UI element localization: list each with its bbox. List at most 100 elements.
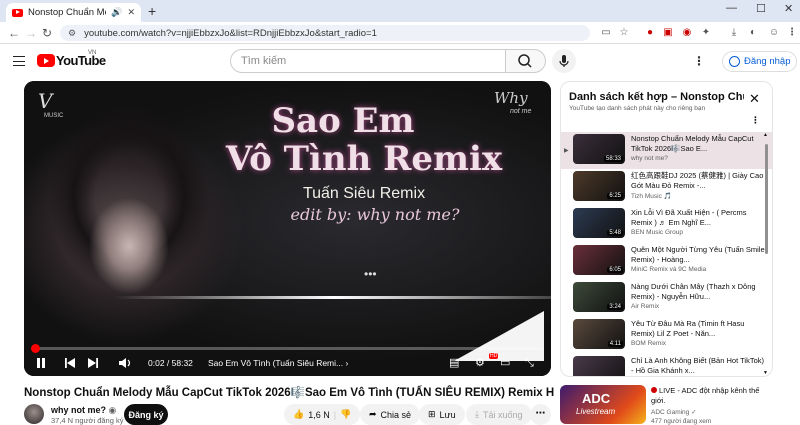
pause-icon[interactable] [36, 357, 46, 369]
subscribe-button[interactable]: Đăng ký [124, 404, 168, 425]
extension-icon-2[interactable]: ▣ [662, 27, 674, 39]
settings-gear-icon[interactable]: ⚙ [475, 356, 485, 370]
browser-menu-icon[interactable]: ⋮ [786, 27, 798, 39]
close-window-icon[interactable]: ✕ [784, 2, 793, 15]
live-dot-icon [651, 387, 657, 393]
voice-search-button[interactable] [552, 49, 576, 73]
country-code: VN [88, 50, 97, 56]
progress-bar[interactable] [31, 344, 543, 353]
close-playlist-icon[interactable]: ✕ [749, 92, 760, 105]
thumbs-down-icon[interactable]: 👎 [340, 409, 351, 420]
player-controls: 0:02 / 58:32 Sao Em Vô Tình (Tuấn Siêu R… [24, 352, 551, 376]
profile-avatar-icon[interactable]: ☺ [768, 27, 780, 39]
youtube-header: YouTube VN Tìm kiếm ⋮ Đăng nhập [0, 44, 800, 78]
browser-tab[interactable]: Nonstop Chuẩn Melody Mẫu 🔊 ✕ [6, 3, 141, 22]
now-playing-icon: ▶ [564, 148, 569, 154]
fullscreen-icon[interactable]: ⤡ [525, 356, 534, 370]
channel-avatar[interactable] [24, 404, 44, 424]
playlist-item-thumbnail[interactable]: 58:33 [573, 134, 625, 164]
verified-icon: ◉ [108, 405, 117, 415]
close-tab-icon[interactable]: ✕ [127, 7, 135, 18]
playlist-item-duration: 6:05 [607, 267, 623, 273]
search-button[interactable] [506, 49, 546, 73]
playlist-item-thumbnail[interactable] [573, 356, 625, 376]
download-icon[interactable]: ⤓ [728, 27, 740, 39]
minimize-icon[interactable]: — [726, 2, 737, 14]
playlist-item[interactable]: 4:11 Yêu Từ Đâu Mà Ra (Timin ft Hasu Remi… [561, 317, 772, 354]
playlist-menu-icon[interactable]: ⋮ [751, 116, 760, 125]
video-player[interactable]: V MUSIC Why not me Sao Em Vô Tình Remix … [24, 81, 551, 376]
scroll-down-icon[interactable]: ▼ [763, 370, 768, 376]
save-icon: ⊞ [428, 409, 436, 419]
playlist-item-channel: Air Remix [631, 303, 660, 310]
previous-icon[interactable] [64, 357, 75, 369]
address-bar-row: ← → ↻ ⚙ youtube.com/watch?v=njjiEbbzxJo&… [0, 22, 800, 44]
theater-mode-icon[interactable]: ▭ [500, 356, 510, 370]
youtube-wordmark[interactable]: YouTube [56, 53, 106, 68]
next-icon[interactable] [88, 357, 99, 369]
playlist-item-thumbnail[interactable]: 4:11 [573, 319, 625, 349]
playlist-item[interactable]: 6:25 红色高跟鞋DJ 2025 (蔡健雅) | Giày Cao Gót Mà… [561, 169, 772, 206]
live-video-title[interactable]: LIVE - ADC đột nhập kênh thế giới. [651, 386, 776, 406]
playlist-item[interactable]: 3:24 Nàng Dưới Chân Mây (Thazh x Dông Rem… [561, 280, 772, 317]
playlist-item[interactable]: Chỉ Là Anh Không Biết (Bản Hot TikTok) -… [561, 354, 772, 376]
thumbnail-text-2: Livestream [576, 407, 616, 416]
settings-kebab-icon[interactable]: ⋮ [693, 55, 705, 67]
download-button[interactable]: ⤓ Tải xuống [466, 404, 532, 425]
playlist-item-thumbnail[interactable]: 6:05 [573, 245, 625, 275]
video-art-subtitle: Tuấn Siêu Remix [302, 185, 426, 202]
share-button[interactable]: ➦ Chia sẻ [360, 404, 421, 425]
playlist-item-thumbnail[interactable]: 3:24 [573, 282, 625, 312]
extension-icon-3[interactable]: ◉ [681, 27, 693, 39]
scroll-up-icon[interactable]: ▲ [763, 132, 768, 138]
playlist-item[interactable]: ▶ 58:33 Nonstop Chuẩn Melody Mẫu CapCut Ti… [561, 132, 772, 169]
reload-icon[interactable]: ↻ [42, 26, 52, 40]
playlist-item-duration: 4:11 [607, 341, 623, 347]
playlist-item-title: Chỉ Là Anh Không Biết (Bản Hot TikTok) -… [631, 356, 764, 375]
subtitles-icon[interactable]: ▤ [449, 356, 459, 370]
playlist-title[interactable]: Danh sách kết hợp – Nonstop Chuẩn... [569, 91, 744, 103]
extension-icon-1[interactable]: ● [644, 27, 656, 39]
save-button[interactable]: ⊞ Lưu [419, 404, 465, 425]
playlist-item[interactable]: 5:48 Xin Lỗi Vì Đã Xuất Hiện - ( Percms R… [561, 206, 772, 243]
playlist-item-thumbnail[interactable]: 5:48 [573, 208, 625, 238]
chapter-title[interactable]: Sao Em Vô Tình (Tuấn Siêu Remi... › [208, 358, 348, 368]
bookmark-star-icon[interactable]: ☆ [618, 27, 630, 39]
playlist-item-channel: Tizh Music 🎵 [631, 193, 672, 200]
back-icon[interactable]: ← [8, 26, 20, 40]
volume-icon[interactable] [118, 357, 132, 369]
site-info-icon[interactable]: ⚙ [68, 28, 76, 39]
thumbnail-text: ADC [582, 391, 611, 406]
channel-name[interactable]: why not me? ◉ [51, 405, 116, 416]
maximize-icon[interactable]: ☐ [756, 2, 766, 15]
playlist-item[interactable]: 6:05 Quên Một Người Từng Yêu (Tuấn Smile … [561, 243, 772, 280]
playlist-item-duration: 6:25 [607, 193, 623, 199]
extensions-puzzle-icon[interactable]: ✦ [700, 27, 712, 39]
browser-tab-bar: Nonstop Chuẩn Melody Mẫu 🔊 ✕ + — ☐ ✕ [0, 0, 800, 22]
playlist-item-title: Xin Lỗi Vì Đã Xuất Hiện - ( Percms Remix… [631, 208, 747, 227]
like-count: 1,6 N [308, 409, 330, 420]
live-video-thumbnail[interactable]: ADC Livestream [560, 385, 646, 424]
new-tab-button[interactable]: + [148, 3, 156, 19]
profile-icon[interactable]: ◐ [747, 27, 759, 39]
like-button[interactable]: 👍 1,6 N | 👎 [284, 404, 361, 425]
video-subject-face [54, 141, 204, 341]
playlist-item-thumbnail[interactable]: 6:25 [573, 171, 625, 201]
playlist-scrollbar[interactable]: ▲ ▼ [763, 132, 770, 376]
youtube-logo-icon[interactable] [37, 54, 55, 67]
playlist-item-meta: Yêu Từ Đâu Mà Ra (Timin ft Hasu Remix) L… [631, 319, 768, 352]
search-input[interactable]: Tìm kiếm [230, 49, 506, 73]
cast-icon[interactable]: ▭ [600, 27, 612, 39]
playlist-item-title: 红色高跟鞋DJ 2025 (蔡健雅) | Giày Cao Gót Màu Đỏ… [631, 171, 764, 190]
live-video-channel[interactable]: ADC Gaming ✓ [651, 408, 697, 416]
sign-in-button[interactable]: Đăng nhập [722, 51, 798, 72]
more-actions-button[interactable]: ⋯ [530, 404, 551, 425]
menu-icon[interactable] [13, 56, 25, 66]
forward-icon[interactable]: → [25, 26, 37, 40]
time-display: 0:02 / 58:32 [148, 358, 193, 368]
scrollbar-thumb[interactable] [765, 144, 768, 254]
omnibox[interactable]: ⚙ youtube.com/watch?v=njjiEbbzxJo&list=R… [60, 25, 590, 41]
audio-playing-icon[interactable]: 🔊 [111, 7, 122, 18]
playlist-item-meta: 红色高跟鞋DJ 2025 (蔡健雅) | Giày Cao Gót Màu Đỏ… [631, 171, 768, 204]
video-title: Nonstop Chuẩn Melody Mẫu CapCut TikTok 2… [24, 387, 554, 399]
